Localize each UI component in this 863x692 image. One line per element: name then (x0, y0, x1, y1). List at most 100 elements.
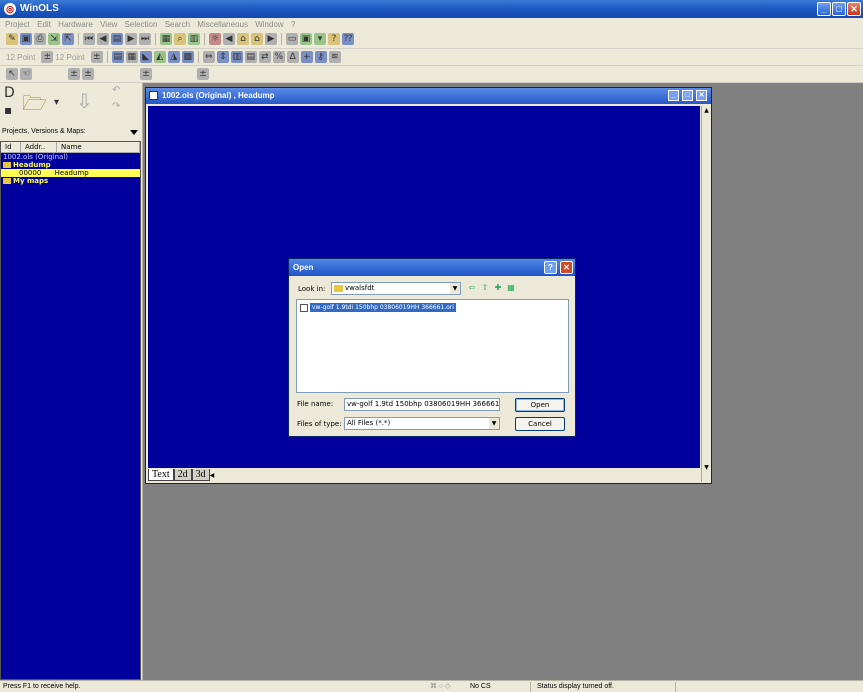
delta-icon[interactable]: Δ (286, 51, 299, 63)
prev-icon[interactable]: ◀ (97, 33, 109, 45)
tree-item-headump-folder[interactable]: Headump (1, 161, 140, 169)
grid-view-icon[interactable]: ▦ (125, 51, 138, 63)
dialog-help-button[interactable]: ? (544, 261, 557, 274)
tree-item-project[interactable]: 1002.ols (Original) (1, 153, 140, 161)
minimize-button[interactable]: _ (817, 2, 831, 16)
print-icon[interactable]: ⎙ (34, 33, 46, 45)
back-icon[interactable]: ⇦ (467, 283, 477, 293)
menu-edit[interactable]: Edit (37, 18, 51, 31)
scroll-left-icon[interactable]: ◀ (210, 472, 218, 479)
document-titlebar[interactable]: 1002.ols (Original) , Headump _ □ ✕ (146, 88, 711, 104)
tab-text[interactable]: Text (148, 469, 174, 481)
close-button[interactable]: ✕ (847, 2, 861, 16)
project-tree[interactable]: Id Addr.. Name 1002.ols (Original) Headu… (0, 141, 141, 680)
chevron-down-icon[interactable]: ▼ (450, 283, 460, 294)
chart-3d-icon[interactable]: ◭ (153, 51, 166, 63)
pointer-icon[interactable]: ↖ (6, 68, 18, 80)
import-big-icon[interactable]: ⇩ (76, 89, 93, 113)
cancel-button[interactable]: Cancel (515, 417, 565, 431)
open-folder-icon[interactable]: 🗁 (22, 89, 47, 123)
font-size-b[interactable]: 12 Point (55, 51, 84, 65)
open-dropdown-icon[interactable]: ▾ (54, 97, 59, 108)
stepper-a-icon[interactable]: ± (68, 68, 80, 80)
open-button[interactable]: Open (515, 398, 565, 412)
doc-minimize-button[interactable]: _ (668, 90, 679, 101)
find-icon[interactable]: ⌕ (174, 33, 186, 45)
width-icon[interactable]: ⇔ (202, 51, 215, 63)
tree-item-selected[interactable]: 00000 Headump (1, 169, 140, 177)
scroll-up-icon[interactable]: ▲ (703, 107, 710, 114)
context-help-icon[interactable]: ⁇ (342, 33, 354, 45)
view-menu-icon[interactable]: ▦ (506, 283, 516, 293)
redo-icon[interactable]: ↷ (112, 101, 120, 112)
columns-icon[interactable]: ▥ (230, 51, 243, 63)
plus-one-icon[interactable]: + (300, 51, 313, 63)
stepper-c-icon[interactable]: ± (197, 68, 209, 80)
stepper-a2-icon[interactable]: ± (82, 68, 94, 80)
new-doc-icon[interactable]: D (4, 85, 15, 101)
home2-icon[interactable]: ⌂ (251, 33, 263, 45)
home-icon[interactable]: ⌂ (237, 33, 249, 45)
menu-hardware[interactable]: Hardware (58, 18, 93, 31)
save-icon[interactable]: ▪ (4, 103, 12, 117)
undo-icon[interactable]: ↶ (112, 85, 120, 96)
tab-2d[interactable]: 2d (173, 469, 192, 481)
file-list[interactable]: vw-golf 1.9tdi 150bhp 03806019HH 366661.… (296, 299, 569, 393)
stepper-b-icon[interactable]: ± (140, 68, 152, 80)
menu-window[interactable]: Window (255, 18, 283, 31)
chevron-down-icon[interactable]: ▼ (489, 418, 499, 429)
tree-item-my-maps[interactable]: My maps (1, 177, 140, 185)
file-type-select[interactable]: All Files (*.*) ▼ (344, 417, 500, 430)
menu-help[interactable]: ? (291, 18, 295, 31)
new-folder-icon[interactable]: ✚ (493, 283, 503, 293)
compare-icon[interactable]: ▥ (188, 33, 200, 45)
percent-icon[interactable]: % (272, 51, 285, 63)
dialog-titlebar[interactable]: Open ? ✕ (289, 259, 575, 276)
chart-2d-icon[interactable]: ◣ (139, 51, 152, 63)
menu-miscellaneous[interactable]: Miscellaneous (197, 18, 248, 31)
menu-search[interactable]: Search (165, 18, 190, 31)
export-icon[interactable]: ⇱ (62, 33, 74, 45)
swap-icon[interactable]: ⇄ (258, 51, 271, 63)
forward-icon[interactable]: ▶ (265, 33, 277, 45)
maximize-button[interactable]: □ (832, 2, 846, 16)
dialog-close-button[interactable]: ✕ (560, 261, 573, 274)
view-icon[interactable]: ▣ (300, 33, 312, 45)
doc-close-button[interactable]: ✕ (696, 90, 707, 101)
back-icon[interactable]: ◀ (223, 33, 235, 45)
vertical-scrollbar[interactable]: ▲ ▼ (701, 106, 710, 482)
help-icon[interactable]: ? (328, 33, 340, 45)
view-dropdown-icon[interactable]: ▾ (314, 33, 326, 45)
table-icon[interactable]: ▩ (181, 51, 194, 63)
panel-dropdown-icon[interactable] (130, 130, 138, 135)
up-folder-icon[interactable]: ⇧ (480, 283, 490, 293)
file-name-input[interactable]: vw-golf 1.9td 150bhp 03806019HH 366661.o (344, 398, 500, 411)
rows-icon[interactable]: ▤ (244, 51, 257, 63)
page-icon[interactable]: ▤ (111, 33, 123, 45)
font-size-a[interactable]: 12 Point (6, 51, 35, 65)
checksum-icon[interactable]: ☼ (209, 33, 221, 45)
stats-icon[interactable]: ≋ (328, 51, 341, 63)
hand-icon[interactable]: ☜ (20, 68, 32, 80)
col-addr[interactable]: Addr.. (21, 142, 57, 152)
col-id[interactable]: Id (1, 142, 21, 152)
scroll-down-icon[interactable]: ▼ (703, 464, 710, 471)
import-icon[interactable]: ⇲ (48, 33, 60, 45)
file-item[interactable]: vw-golf 1.9tdi 150bhp 03806019HH 366661.… (300, 303, 456, 312)
last-icon[interactable]: ⏭ (139, 33, 151, 45)
chart-3d-alt-icon[interactable]: ◮ (167, 51, 180, 63)
open-icon[interactable]: ▣ (20, 33, 32, 45)
next-icon[interactable]: ▶ (125, 33, 137, 45)
menu-selection[interactable]: Selection (125, 18, 158, 31)
doc-maximize-button[interactable]: □ (682, 90, 693, 101)
first-icon[interactable]: ⏮ (83, 33, 95, 45)
font-size-b-stepper-icon[interactable]: ± (90, 51, 103, 63)
new-project-icon[interactable]: ✎ (6, 33, 18, 45)
menu-project[interactable]: Project (5, 18, 30, 31)
look-in-select[interactable]: vwalsfdt ▼ (331, 282, 461, 295)
hex-view-icon[interactable]: ▤ (111, 51, 124, 63)
key-icon[interactable]: ⚷ (314, 51, 327, 63)
font-size-a-stepper-icon[interactable]: ± (41, 51, 54, 63)
height-icon[interactable]: ⇕ (216, 51, 229, 63)
col-name[interactable]: Name (57, 142, 140, 152)
